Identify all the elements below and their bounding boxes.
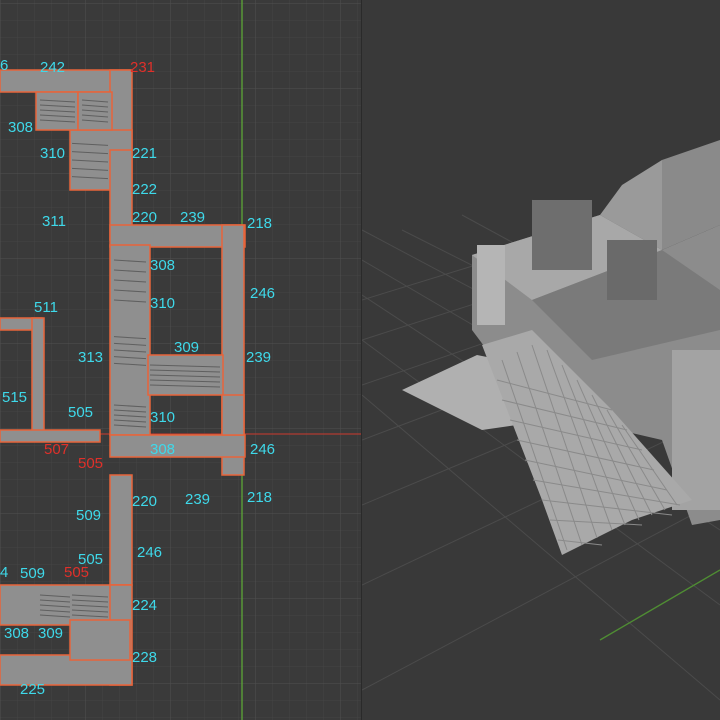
tile-label: 222 [132,181,158,198]
3d-perspective-view[interactable] [362,0,720,720]
wall-tile[interactable] [31,317,45,439]
wall-tile[interactable] [109,474,133,586]
tile-label: 308 [150,257,176,274]
tile-label: 511 [34,299,58,316]
tile-label: 246 [250,285,276,302]
tile-label: 509 [20,565,46,582]
tile-label: 313 [78,349,104,366]
tile-label: 224 [132,597,158,614]
tile-label: 310 [40,145,66,162]
tile-label: 310 [150,409,176,426]
tile-label: 309 [174,339,200,356]
wall-tile[interactable] [109,434,246,458]
tile-label: 509 [76,507,102,524]
tile-label: 239 [180,209,206,226]
tile-label: 507 [44,441,70,458]
tile-label: 4 [0,564,9,581]
tile-label: 505 [68,404,94,421]
editor-viewport[interactable]: 6 242 231 308 310 221 222 311 220 239 218 308 246 511… [0,0,720,720]
tile-label: 310 [150,295,176,312]
tile-label: 231 [130,59,156,76]
tile-label: 309 [38,625,64,642]
wall-tile[interactable] [69,619,131,661]
tile-label: 505 [64,564,90,581]
top-down-plan-view[interactable]: 6 242 231 308 310 221 222 311 220 239 218 308 246 511… [0,0,362,720]
tile-label: 225 [20,681,46,698]
tile-label: 308 [4,625,30,642]
tile-label: 308 [8,119,34,136]
tile-label: 218 [247,489,273,506]
tile-label: 6 [0,57,9,74]
tile-label: 220 [132,493,158,510]
plan-canvas[interactable] [0,0,362,720]
tile-label: 308 [150,441,176,458]
tile-label: 505 [78,455,104,472]
tile-label: 221 [132,145,158,162]
tile-label: 246 [137,544,163,561]
wall-tile[interactable] [221,394,245,436]
tile-label: 515 [2,389,28,406]
tile-label: 242 [40,59,66,76]
tile-label: 218 [247,215,273,232]
tile-label: 239 [185,491,211,508]
tile-label: 311 [42,213,66,230]
tile-label: 239 [246,349,272,366]
tile-label: 228 [132,649,158,666]
tile-label: 220 [132,209,158,226]
tile-label: 246 [250,441,276,458]
3d-canvas[interactable] [362,0,720,720]
